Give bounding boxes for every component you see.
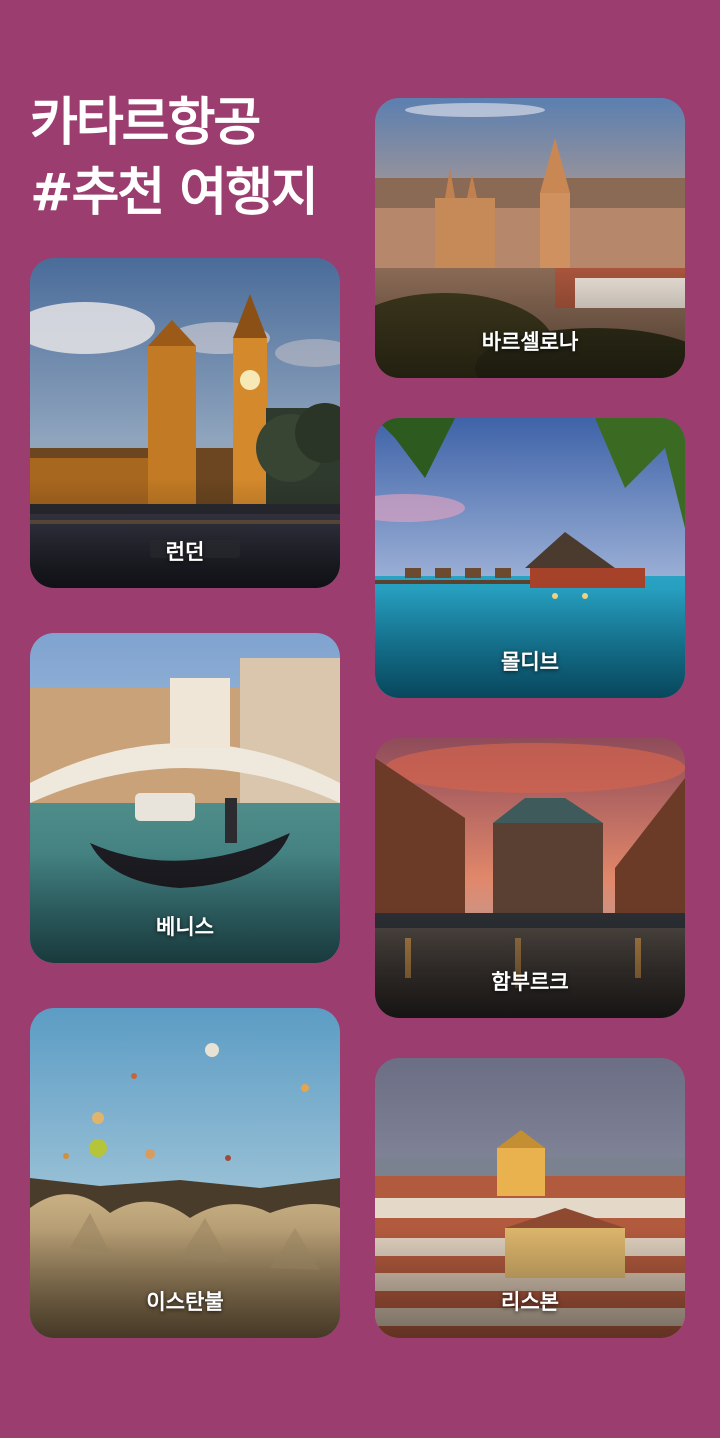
title-line-2: #추천 여행지 [30, 163, 319, 223]
destination-label: 함부르크 [491, 970, 569, 994]
destination-card-lisbon[interactable]: 리스본 [375, 1058, 685, 1338]
destination-label: 리스본 [501, 1290, 559, 1314]
destination-card-istanbul[interactable]: 이스탄불 [30, 1008, 340, 1338]
label-shade [375, 588, 685, 698]
destination-card-barcelona[interactable]: 바르셀로나 [375, 98, 685, 378]
label-shade [30, 853, 340, 963]
page-title: 카타르항공 #추천 여행지 [30, 88, 360, 228]
label-shade [375, 268, 685, 378]
label-shade [375, 1228, 685, 1338]
destination-label: 이스탄불 [146, 1290, 224, 1314]
label-shade [375, 908, 685, 1018]
destination-label: 런던 [165, 540, 205, 564]
destination-card-maldives[interactable]: 몰디브 [375, 418, 685, 698]
destination-label: 바르셀로나 [481, 330, 579, 354]
label-shade [30, 478, 340, 588]
destination-card-london[interactable]: 런던 [30, 258, 340, 588]
title-line-1: 카타르항공 [30, 93, 261, 153]
destination-label: 베니스 [156, 915, 214, 939]
destination-card-hamburg[interactable]: 함부르크 [375, 738, 685, 1018]
destination-label: 몰디브 [501, 650, 559, 674]
destination-card-venice[interactable]: 베니스 [30, 633, 340, 963]
label-shade [30, 1228, 340, 1338]
